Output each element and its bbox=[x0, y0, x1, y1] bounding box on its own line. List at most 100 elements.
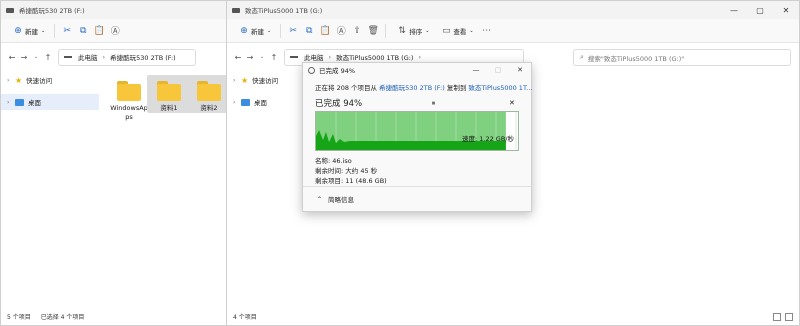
chevron-down-icon: ⌄ bbox=[425, 27, 430, 34]
window-title: 致态TiPlus5000 1TB (G:) bbox=[245, 7, 323, 15]
sort-button[interactable]: ⇅ 排序 ⌄ bbox=[391, 22, 433, 40]
destination-link[interactable]: 致态TiPlus5000 1T... bbox=[468, 84, 532, 92]
progress-icon bbox=[308, 66, 315, 74]
breadcrumb-drive[interactable]: 希捷酷玩530 2TB (F:) bbox=[110, 52, 176, 62]
chevron-right-icon[interactable]: › bbox=[233, 77, 241, 84]
new-button[interactable]: ⊕ 新建 ⌄ bbox=[233, 22, 275, 40]
navigation-pane: › ★ 快速访问 › 桌面 bbox=[1, 71, 99, 307]
copy-description: 正在将 208 个项目从 希捷酷玩530 2TB (F:) 复制到 致态TiPl… bbox=[315, 82, 532, 92]
source-link[interactable]: 希捷酷玩530 2TB (F:) bbox=[379, 84, 445, 92]
new-label: 新建 bbox=[25, 27, 38, 36]
time-remaining: 剩余时间: 大约 45 秒 bbox=[315, 167, 378, 175]
breadcrumb-drive[interactable]: 致态TiPlus5000 1TB (G:) bbox=[336, 52, 413, 62]
transfer-info: 名称: 46.iso 剩余时间: 大约 45 秒 剩余项目: 11 (48.6 … bbox=[315, 156, 519, 186]
details-view-icon[interactable] bbox=[773, 313, 781, 321]
window-title: 希捷酷玩530 2TB (F:) bbox=[19, 7, 85, 15]
sort-icon: ⇅ bbox=[398, 25, 406, 36]
recent-chevron-icon[interactable]: ⌄ bbox=[30, 54, 42, 60]
folder-name: 资料1 bbox=[160, 104, 178, 112]
up-arrow-icon[interactable]: ↑ bbox=[268, 53, 280, 62]
cut-icon[interactable]: ✂ bbox=[60, 22, 74, 40]
more-options-icon[interactable]: ⋯ bbox=[480, 22, 494, 40]
chevron-right-icon: › bbox=[418, 53, 422, 61]
pc-icon bbox=[290, 56, 298, 58]
percent-complete: 已完成 94% bbox=[315, 99, 363, 109]
dialog-controls: — ▢ ✕ bbox=[465, 63, 531, 77]
folder-item[interactable]: 资料1 bbox=[147, 75, 191, 113]
new-button[interactable]: ⊕ 新建 ⌄ bbox=[7, 22, 49, 40]
folder-item[interactable]: 资料2 bbox=[187, 75, 227, 113]
share-icon[interactable]: ⇪ bbox=[350, 22, 364, 40]
desktop-icon bbox=[241, 98, 250, 106]
maximize-icon[interactable]: ▢ bbox=[747, 1, 773, 19]
chevron-right-icon[interactable]: › bbox=[7, 77, 15, 84]
left-explorer-window: 希捷酷玩530 2TB (F:) ⊕ 新建 ⌄ ✂ ⧉ 📋 Ⓐ ← → ⌄ ↑ … bbox=[0, 0, 228, 326]
close-icon[interactable]: ✕ bbox=[509, 63, 531, 77]
chevron-right-icon: › bbox=[102, 53, 106, 61]
minimize-icon[interactable]: — bbox=[465, 63, 487, 77]
back-arrow-icon[interactable]: ← bbox=[6, 53, 18, 62]
tiles-view-icon[interactable] bbox=[785, 313, 793, 321]
star-icon: ★ bbox=[241, 75, 249, 85]
chevron-down-icon: ⌄ bbox=[267, 27, 272, 34]
status-bar: 5 个项目 已选择 4 个项目 bbox=[1, 307, 227, 325]
copy-icon[interactable]: ⧉ bbox=[302, 22, 316, 40]
rename-icon[interactable]: Ⓐ bbox=[108, 22, 122, 40]
copy-prefix: 正在将 208 个项目从 bbox=[315, 84, 378, 92]
paste-icon[interactable]: 📋 bbox=[318, 22, 332, 40]
search-icon: ⌕ bbox=[580, 53, 584, 61]
address-bar[interactable]: 此电脑 › 希捷酷玩530 2TB (F:) bbox=[58, 48, 196, 66]
copy-progress-dialog: 已完成 94% — ▢ ✕ 正在将 208 个项目从 希捷酷玩530 2TB (… bbox=[302, 62, 532, 212]
file-list: WindowsApps 资料1 资料2 bbox=[105, 73, 227, 307]
copy-mid: 复制到 bbox=[446, 84, 467, 92]
command-bar: ⊕ 新建 ⌄ ✂ ⧉ 📋 Ⓐ ⇪ 🗑 ⇅ 排序 ⌄ ▭ 查看 ⌄ ⋯ bbox=[227, 19, 799, 43]
new-label: 新建 bbox=[251, 27, 264, 36]
recent-chevron-icon[interactable]: ⌄ bbox=[256, 54, 268, 60]
up-arrow-icon[interactable]: ↑ bbox=[42, 53, 54, 62]
less-details-toggle[interactable]: ⌃ 简略信息 bbox=[303, 186, 531, 211]
chevron-right-icon[interactable]: › bbox=[7, 99, 15, 106]
folder-item[interactable]: WindowsApps bbox=[107, 75, 151, 125]
cut-icon[interactable]: ✂ bbox=[286, 22, 300, 40]
search-box[interactable]: ⌕ 搜索"致态TiPlus5000 1TB (G:)" bbox=[573, 49, 791, 66]
item-count: 4 个项目 bbox=[233, 313, 257, 321]
forward-arrow-icon[interactable]: → bbox=[244, 53, 256, 62]
dialog-title-bar: 已完成 94% — ▢ ✕ bbox=[303, 63, 531, 77]
forward-arrow-icon[interactable]: → bbox=[18, 53, 30, 62]
divider bbox=[280, 23, 282, 38]
paste-icon[interactable]: 📋 bbox=[92, 22, 106, 40]
rename-icon[interactable]: Ⓐ bbox=[334, 22, 348, 40]
less-details-label: 简略信息 bbox=[328, 196, 355, 204]
back-arrow-icon[interactable]: ← bbox=[232, 53, 244, 62]
close-icon[interactable]: ✕ bbox=[773, 1, 799, 19]
folder-icon bbox=[117, 81, 141, 101]
copy-icon[interactable]: ⧉ bbox=[76, 22, 90, 40]
divider bbox=[54, 23, 56, 38]
cancel-icon[interactable]: ✕ bbox=[505, 99, 519, 107]
window-controls: — ▢ ✕ bbox=[721, 1, 799, 19]
drive-icon bbox=[6, 7, 14, 13]
minimize-icon[interactable]: — bbox=[721, 1, 747, 19]
speed-label: 速度: 1.22 GB/秒 bbox=[462, 135, 514, 143]
divider bbox=[385, 23, 387, 38]
sidebar-item-desktop[interactable]: › 桌面 bbox=[1, 94, 99, 110]
chevron-down-icon: ⌄ bbox=[41, 27, 46, 34]
view-label: 查看 bbox=[453, 27, 467, 36]
chevron-right-icon[interactable]: › bbox=[233, 99, 241, 106]
throughput-graph: 速度: 1.22 GB/秒 bbox=[315, 111, 519, 151]
sidebar-item-quick-access[interactable]: › ★ 快速访问 bbox=[1, 72, 99, 88]
chevron-right-icon: › bbox=[328, 53, 332, 61]
pause-icon[interactable]: ⏸ bbox=[427, 99, 441, 108]
view-button[interactable]: ▭ 查看 ⌄ bbox=[435, 22, 477, 40]
maximize-icon: ▢ bbox=[494, 66, 502, 74]
folder-name: 资料2 bbox=[200, 104, 218, 112]
sort-label: 排序 bbox=[409, 27, 423, 36]
selected-count: 已选择 4 个项目 bbox=[40, 313, 85, 321]
breadcrumb-this-pc[interactable]: 此电脑 bbox=[304, 52, 324, 62]
sidebar-item-label: 快速访问 bbox=[26, 77, 53, 85]
status-bar: 4 个项目 bbox=[227, 307, 799, 325]
breadcrumb-this-pc[interactable]: 此电脑 bbox=[78, 52, 98, 62]
delete-icon[interactable]: 🗑 bbox=[366, 22, 380, 40]
command-bar: ⊕ 新建 ⌄ ✂ ⧉ 📋 Ⓐ bbox=[1, 19, 227, 43]
sidebar-item-label: 桌面 bbox=[28, 99, 41, 107]
